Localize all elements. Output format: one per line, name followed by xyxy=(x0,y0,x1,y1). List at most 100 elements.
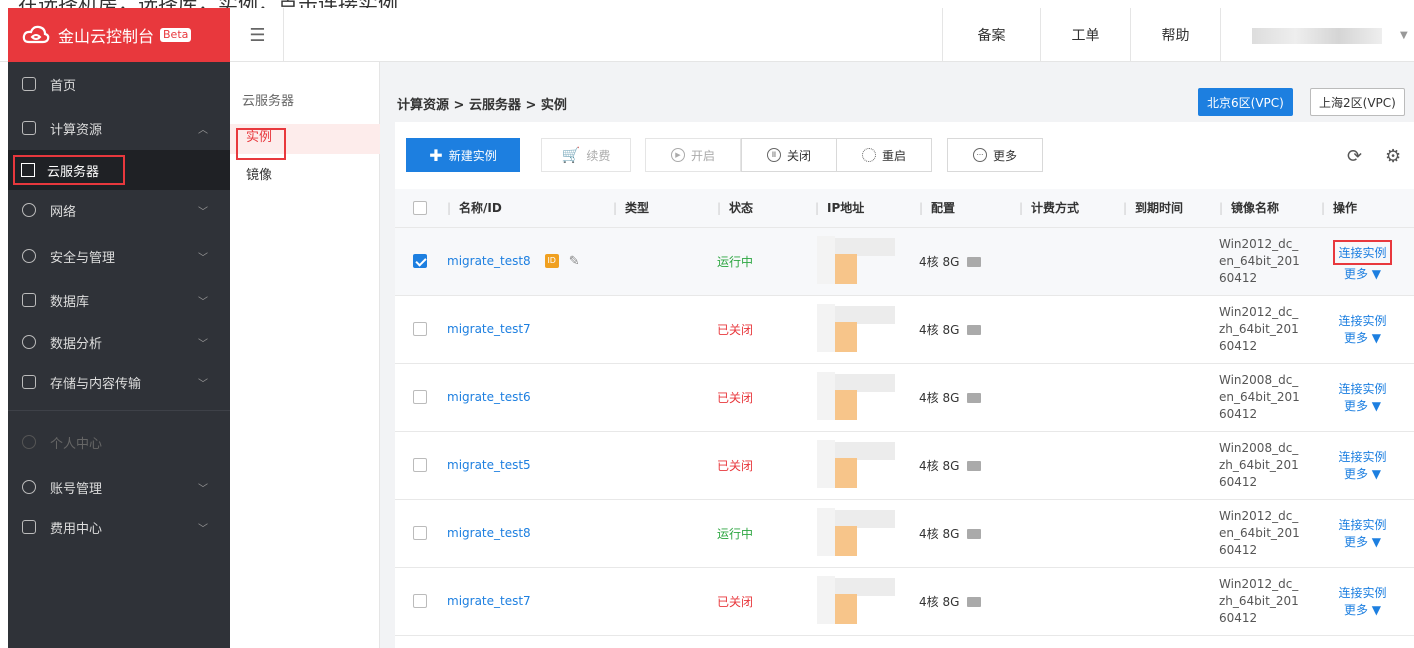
table-row[interactable]: migrate_test5 已关闭 4核 8G Win2008_dc_zh_64… xyxy=(395,431,1414,500)
row-checkbox[interactable] xyxy=(413,458,427,473)
subnav-item-images[interactable]: 镜像 xyxy=(246,164,272,183)
billing-cell xyxy=(1009,431,1113,500)
user-name-redacted xyxy=(1252,28,1382,44)
document-icon xyxy=(22,121,36,135)
status-badge: 运行中 xyxy=(717,254,754,269)
highlight-box: 云服务器 xyxy=(13,155,125,185)
disk-icon xyxy=(967,393,982,403)
connect-instance-link[interactable]: 连接实例 xyxy=(1311,516,1414,533)
more-dropdown[interactable]: 更多 ▼ xyxy=(1344,399,1381,413)
table-row[interactable]: migrate_test7 已关闭 4核 8G Win2012_dc_zh_64… xyxy=(395,567,1414,636)
new-instance-button[interactable]: ✚ 新建实例 xyxy=(406,138,520,172)
sidebar-item-network[interactable]: 网络 ﹀ xyxy=(8,190,230,230)
region-beijing-6-button[interactable]: 北京6区(VPC) xyxy=(1198,88,1293,116)
expiry-cell xyxy=(1113,567,1209,636)
row-checkbox[interactable] xyxy=(413,322,427,337)
sidebar-item-storage[interactable]: 存储与内容传输 ﹀ xyxy=(8,362,230,402)
action-cell: 连接实例更多 ▼ xyxy=(1311,295,1414,364)
connect-instance-link[interactable]: 连接实例 xyxy=(1311,448,1414,465)
table-row[interactable]: migrate_test7 已关闭 4核 8G Win2012_dc_zh_64… xyxy=(395,295,1414,364)
instance-name-link[interactable]: migrate_test7 xyxy=(447,322,531,336)
stop-button[interactable]: ll 关闭 xyxy=(741,138,837,172)
config-cell: 4核 8G xyxy=(909,227,1009,296)
sidebar-item-compute[interactable]: 计算资源 ︿ xyxy=(8,108,230,148)
connect-instance-link[interactable]: 连接实例 xyxy=(1311,380,1414,397)
connect-instance-link[interactable]: 连接实例 xyxy=(1338,244,1386,261)
row-checkbox[interactable] xyxy=(413,594,427,609)
type-cell xyxy=(603,567,707,636)
name-cell: migrate_test7 xyxy=(437,295,603,364)
image-name: Win2012_dc_en_64bit_20160412 xyxy=(1219,236,1300,285)
more-dropdown[interactable]: 更多 ▼ xyxy=(1344,467,1381,481)
users-icon xyxy=(22,480,36,494)
top-header: 金山云控制台 Beta ☰ 备案 工单 帮助 ▼ xyxy=(0,8,1414,62)
action-cell: 连接实例更多 ▼ xyxy=(1311,499,1414,568)
instance-panel: ✚ 新建实例 🛒 续费 ▶ 开启 ll 关闭 重启 ··· 更多 ⟳ ⚙ | 名称/ID |… xyxy=(395,122,1414,648)
start-button[interactable]: ▶ 开启 xyxy=(645,138,741,172)
row-checkbox[interactable] xyxy=(413,526,427,541)
instance-name-link[interactable]: migrate_test7 xyxy=(447,594,531,608)
status-badge: 已关闭 xyxy=(717,322,754,337)
sidebar-item-security[interactable]: 安全与管理 ﹀ xyxy=(8,236,230,276)
sidebar-item-label: 首页 xyxy=(50,78,77,94)
chevron-down-icon: ﹀ xyxy=(198,523,208,535)
id-badge-icon[interactable]: ID xyxy=(544,254,559,268)
more-dropdown[interactable]: 更多 ▼ xyxy=(1344,331,1381,345)
expiry-cell xyxy=(1113,363,1209,432)
instance-name-link[interactable]: migrate_test8 xyxy=(447,254,531,268)
sidebar-item-cloud-server[interactable]: 云服务器 xyxy=(8,150,230,190)
gear-icon[interactable]: ⚙ xyxy=(1385,146,1401,167)
table-row[interactable]: migrate_test8 运行中 4核 8G Win2012_dc_en_64… xyxy=(395,499,1414,568)
status-badge: 已关闭 xyxy=(717,390,754,405)
refresh-icon[interactable]: ⟳ xyxy=(1347,146,1362,167)
config-cell: 4核 8G xyxy=(909,295,1009,364)
select-all-cell xyxy=(395,189,437,228)
col-status: 状态 xyxy=(729,201,754,216)
ip-cell xyxy=(805,295,909,364)
logo-text: 金山云控制台 xyxy=(58,27,155,46)
subnav-item-instances[interactable]: 实例 xyxy=(236,128,286,160)
select-all-checkbox[interactable] xyxy=(413,201,427,215)
expiry-cell xyxy=(1113,499,1209,568)
restart-button[interactable]: 重启 xyxy=(836,138,932,172)
sidebar-item-account[interactable]: 账号管理 ﹀ xyxy=(8,467,230,507)
sidebar-item-analytics[interactable]: 数据分析 ﹀ xyxy=(8,322,230,362)
disk-icon xyxy=(967,461,982,471)
name-cell: migrate_test6 xyxy=(437,363,603,432)
sidebar-item-home[interactable]: 首页 xyxy=(8,64,230,104)
nav-beian[interactable]: 备案 xyxy=(942,8,1040,62)
status-badge: 已关闭 xyxy=(717,594,754,609)
status-cell: 已关闭 xyxy=(707,295,805,364)
row-checkbox[interactable] xyxy=(413,254,427,269)
image-name: Win2012_dc_zh_64bit_20160412 xyxy=(1219,576,1299,625)
instance-name-link[interactable]: migrate_test8 xyxy=(447,526,531,540)
ip-cell xyxy=(805,567,909,636)
renew-button[interactable]: 🛒 续费 xyxy=(541,138,631,172)
more-dropdown[interactable]: 更多 ▼ xyxy=(1344,603,1381,617)
console-logo[interactable]: 金山云控制台 Beta xyxy=(8,8,230,62)
beta-badge: Beta xyxy=(160,28,192,42)
name-cell: migrate_test8 ID ✎ xyxy=(437,227,603,296)
nav-help[interactable]: 帮助 xyxy=(1130,8,1220,62)
connect-instance-link[interactable]: 连接实例 xyxy=(1311,312,1414,329)
image-name: Win2008_dc_zh_64bit_20160412 xyxy=(1219,440,1299,489)
more-dropdown[interactable]: 更多 ▼ xyxy=(1344,535,1381,549)
row-checkbox[interactable] xyxy=(413,390,427,405)
menu-toggle-icon[interactable]: ☰ xyxy=(232,8,284,62)
more-button[interactable]: ··· 更多 xyxy=(947,138,1043,172)
sidebar-item-personal-center: 个人中心 xyxy=(8,422,230,462)
nav-ticket[interactable]: 工单 xyxy=(1040,8,1130,62)
sidebar-item-label: 个人中心 xyxy=(50,436,103,452)
more-dropdown[interactable]: 更多 ▼ xyxy=(1344,267,1381,281)
instance-name-link[interactable]: migrate_test6 xyxy=(447,390,531,404)
row-select-cell xyxy=(395,227,437,296)
region-shanghai-2-button[interactable]: 上海2区(VPC) xyxy=(1310,88,1405,116)
edit-icon[interactable]: ✎ xyxy=(569,254,580,269)
table-row[interactable]: migrate_test6 已关闭 4核 8G Win2008_dc_en_64… xyxy=(395,363,1414,432)
instance-name-link[interactable]: migrate_test5 xyxy=(447,458,531,472)
connect-instance-link[interactable]: 连接实例 xyxy=(1311,584,1414,601)
sidebar-divider xyxy=(8,410,230,411)
table-row[interactable]: migrate_test8 ID ✎ 运行中 4核 8G Win2012_dc_en… xyxy=(395,227,1414,296)
sidebar-item-database[interactable]: 数据库 ﹀ xyxy=(8,280,230,320)
sidebar-item-billing[interactable]: 费用中心 ﹀ xyxy=(8,507,230,547)
